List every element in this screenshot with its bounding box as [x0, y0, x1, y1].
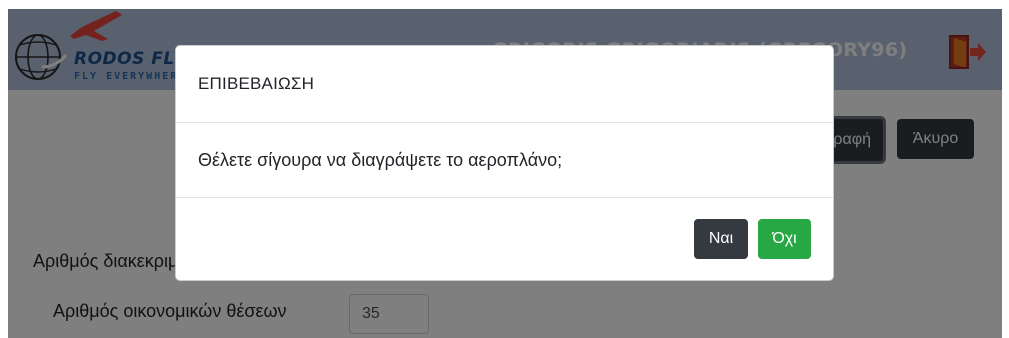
dialog-header: ΕΠΙΒΕΒΑΙΩΣΗ — [176, 46, 833, 123]
dialog-footer: Ναι Όχι — [176, 198, 833, 280]
confirm-yes-button[interactable]: Ναι — [694, 219, 748, 259]
confirm-delete-dialog: ΕΠΙΒΕΒΑΙΩΣΗ Θέλετε σίγουρα να διαγράψετε… — [175, 45, 834, 281]
dialog-body: Θέλετε σίγουρα να διαγράψετε το αεροπλάν… — [176, 123, 833, 198]
window-edge — [0, 0, 1009, 9]
dialog-message: Θέλετε σίγουρα να διαγράψετε το αεροπλάν… — [198, 149, 563, 170]
dialog-title: ΕΠΙΒΕΒΑΙΩΣΗ — [198, 74, 315, 93]
confirm-no-button[interactable]: Όχι — [758, 219, 811, 259]
window-edge — [1002, 0, 1009, 338]
window-edge — [0, 0, 8, 338]
